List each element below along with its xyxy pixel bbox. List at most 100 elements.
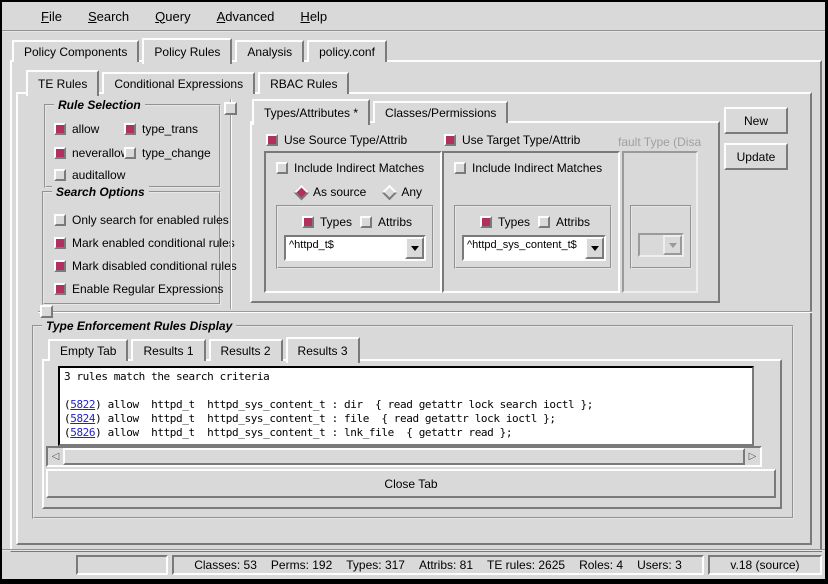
source-type-combobox[interactable]: ^httpd_t$ <box>284 235 426 261</box>
tab-policy-conf[interactable]: policy.conf <box>307 40 387 62</box>
auditallow-checkbox-row: auditallow <box>54 168 125 182</box>
source-attribs-checkbox[interactable] <box>360 216 372 228</box>
rule-id-link[interactable]: 5822 <box>70 398 95 411</box>
scroll-thumb[interactable] <box>63 448 745 465</box>
stat-te-rules: TE rules: 2625 <box>487 558 565 572</box>
type-trans-checkbox[interactable] <box>124 123 136 135</box>
criteria-tab-row: Types/Attributes * Classes/Permissions <box>250 101 720 123</box>
tab-rbac-rules[interactable]: RBAC Rules <box>258 72 349 94</box>
tab-classes-permissions[interactable]: Classes/Permissions <box>373 101 508 123</box>
as-source-radio[interactable] <box>294 184 310 200</box>
enabled-rules-row: Only search for enabled rules <box>54 213 229 227</box>
regex-checkbox[interactable] <box>54 283 66 295</box>
tab-te-rules[interactable]: TE Rules <box>26 70 99 96</box>
sub-tab-row: TE Rules Conditional Expressions RBAC Ru… <box>26 70 352 94</box>
vertical-sash-handle[interactable] <box>224 102 237 115</box>
status-bar: Classes: 53 Perms: 192 Types: 317 Attrib… <box>2 549 825 579</box>
target-types-label: Types <box>498 215 530 229</box>
main-tab-row: Policy Components Policy Rules Analysis … <box>10 38 822 62</box>
use-target-checkbox[interactable] <box>444 134 456 146</box>
mark-enabled-label: Mark enabled conditional rules <box>72 236 235 250</box>
stat-roles: Roles: 4 <box>579 558 623 572</box>
use-source-label: Use Source Type/Attrib <box>284 133 407 147</box>
rule-text: ) allow httpd_t httpd_sys_content_t : ln… <box>95 426 512 439</box>
use-target-label: Use Target Type/Attrib <box>462 133 580 147</box>
horizontal-scrollbar[interactable]: ◁ ▷ <box>46 446 762 467</box>
mark-enabled-checkbox[interactable] <box>54 237 66 249</box>
stat-users: Users: 3 <box>637 558 682 572</box>
scroll-left-arrow[interactable]: ◁ <box>48 448 63 465</box>
tab-empty[interactable]: Empty Tab <box>48 339 128 361</box>
results-textarea[interactable]: 3 rules match the search criteria (5822)… <box>58 366 754 446</box>
rule-id-link[interactable]: 5826 <box>70 426 95 439</box>
status-empty-panel <box>76 555 168 575</box>
auditallow-checkbox[interactable] <box>54 169 66 181</box>
auditallow-label: auditallow <box>72 168 125 182</box>
regex-label: Enable Regular Expressions <box>72 282 223 296</box>
policy-version: v.18 (source) <box>730 558 799 572</box>
tab-policy-components[interactable]: Policy Components <box>12 40 139 62</box>
close-tab-button[interactable]: Close Tab <box>46 469 776 498</box>
new-button[interactable]: New <box>724 107 788 134</box>
allow-checkbox[interactable] <box>54 123 66 135</box>
update-button[interactable]: Update <box>724 143 788 170</box>
tab-conditional-expressions[interactable]: Conditional Expressions <box>102 72 255 94</box>
results-summary: 3 rules match the search criteria <box>64 370 748 384</box>
use-source-checkbox[interactable] <box>266 134 278 146</box>
horizontal-sash[interactable] <box>38 311 812 313</box>
tab-results-2[interactable]: Results 2 <box>209 339 283 361</box>
source-types-checkbox[interactable] <box>302 216 314 228</box>
only-enabled-checkbox[interactable] <box>54 214 66 226</box>
source-indirect-checkbox[interactable] <box>276 162 288 174</box>
vertical-sash[interactable] <box>230 99 232 309</box>
tab-policy-rules[interactable]: Policy Rules <box>142 38 232 64</box>
scroll-right-arrow[interactable]: ▷ <box>745 448 760 465</box>
allow-checkbox-row: allow <box>54 122 99 136</box>
rule-selection-frame: Rule Selection allow type_trans neverall… <box>44 104 221 188</box>
horizontal-sash-handle[interactable] <box>40 305 53 318</box>
menu-search[interactable]: Search <box>75 6 142 27</box>
target-type-combobox[interactable]: ^httpd_sys_content_t$ <box>462 235 606 261</box>
menu-file[interactable]: File <box>28 6 75 27</box>
target-combo-arrow-button[interactable] <box>585 237 604 259</box>
mark-enabled-row: Mark enabled conditional rules <box>54 236 235 250</box>
target-types-box: Types Attribs ^httpd_sys_content_t$ <box>454 205 612 269</box>
as-source-label: As source <box>313 185 366 199</box>
stat-perms: Perms: 192 <box>271 558 332 572</box>
source-types-label: Types <box>320 215 352 229</box>
target-types-checkbox[interactable] <box>480 216 492 228</box>
rule-id-link[interactable]: 5824 <box>70 412 95 425</box>
results-tab-row: Empty Tab Results 1 Results 2 Results 3 <box>48 337 363 361</box>
neverallow-checkbox-row: neverallow <box>54 146 129 160</box>
stat-types: Types: 317 <box>346 558 405 572</box>
type-trans-label: type_trans <box>142 122 198 136</box>
tab-results-1[interactable]: Results 1 <box>131 339 205 361</box>
target-frame: Include Indirect Matches Types Attribs <box>442 151 620 293</box>
any-radio[interactable] <box>382 184 398 200</box>
mark-disabled-checkbox[interactable] <box>54 260 66 272</box>
default-type-label: fault Type (Disa <box>618 135 714 149</box>
menu-help[interactable]: Help <box>287 6 340 27</box>
default-type-frame <box>622 151 698 293</box>
chevron-down-icon <box>411 246 419 251</box>
status-stats-panel: Classes: 53 Perms: 192 Types: 317 Attrib… <box>172 555 704 575</box>
type-change-checkbox[interactable] <box>124 147 136 159</box>
chevron-down-icon <box>591 246 599 251</box>
rule-text: ) allow httpd_t httpd_sys_content_t : fi… <box>95 412 555 425</box>
tab-types-attributes[interactable]: Types/Attributes * <box>252 99 370 125</box>
menu-advanced[interactable]: Advanced <box>204 6 288 27</box>
only-enabled-label: Only search for enabled rules <box>72 213 229 227</box>
tab-results-3[interactable]: Results 3 <box>286 337 360 363</box>
criteria-notebook: Types/Attributes * Classes/Permissions U… <box>250 101 720 301</box>
type-change-checkbox-row: type_change <box>124 146 211 160</box>
menu-query[interactable]: Query <box>142 6 203 27</box>
source-indirect-label: Include Indirect Matches <box>294 161 424 175</box>
type-trans-checkbox-row: type_trans <box>124 122 198 136</box>
source-combo-arrow-button[interactable] <box>405 237 424 259</box>
target-indirect-checkbox[interactable] <box>454 162 466 174</box>
tab-analysis[interactable]: Analysis <box>235 40 304 62</box>
target-attribs-checkbox[interactable] <box>538 216 550 228</box>
types-attributes-page: Use Source Type/Attrib Include Indirect … <box>250 121 720 303</box>
use-target-row: Use Target Type/Attrib <box>444 133 580 147</box>
neverallow-checkbox[interactable] <box>54 147 66 159</box>
